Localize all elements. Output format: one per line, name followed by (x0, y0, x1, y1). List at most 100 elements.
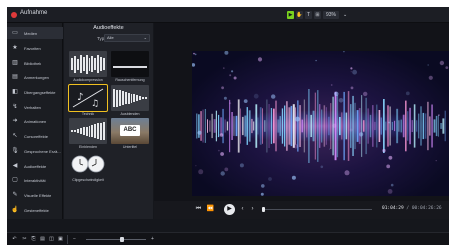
sidebar-item-interactivity[interactable]: ▢ Interaktivität (7, 174, 63, 186)
sidebar-item-annotations[interactable]: ▤ Anmerkungen (7, 71, 63, 83)
type-filter-select[interactable]: Alle ⌄ (104, 34, 150, 42)
chevron-down-icon: ⌄ (143, 35, 147, 40)
audio-effects-panel: Audioeffekte Typ Alle ⌄ Audiokompression… (64, 23, 153, 219)
previous-marker-icon[interactable]: ‹ (238, 205, 247, 214)
sidebar-item-label: Medien (24, 30, 38, 36)
sidebar-item-label: Interaktivität (24, 177, 46, 183)
effect-clip-speed[interactable]: Clipgeschwindigkeit (69, 151, 107, 182)
sidebar-item-label: Favoriten (24, 45, 41, 51)
behavior-icon: ↯ (12, 104, 18, 110)
effect-label: Technik (81, 112, 95, 116)
star-icon: ★ (12, 45, 18, 51)
transition-icon: ◧ (12, 89, 18, 95)
filter-value: Alle (107, 35, 114, 40)
panel-title: Audioeffekte (93, 25, 124, 31)
cursor-icon: ↖ (12, 133, 18, 139)
sidebar-item-media[interactable]: ▭ Medien (7, 27, 63, 39)
canvas-tools: ▶ ✋ T ⊞ 93% ⌄ (287, 10, 347, 20)
app-title: Aufnahme (20, 10, 48, 16)
sidebar-item-label: Verhalten (24, 104, 41, 110)
sidebar-item-favorites[interactable]: ★ Favoriten (7, 42, 63, 54)
skip-back-icon[interactable]: ⏮ (194, 205, 203, 214)
effect-technik[interactable]: ♪ ♫ Technik (68, 84, 108, 116)
caption-thumbnail: ABC (111, 118, 149, 144)
timecode-current: 01:04:29 (382, 206, 404, 211)
library-icon: ▥ (12, 60, 18, 66)
scrubber-handle[interactable] (262, 207, 265, 212)
visual-effects-icon: ✎ (12, 192, 18, 198)
sidebar-item-transitions[interactable]: ◧ Übergangseffekte (7, 86, 63, 98)
waveform-thumbnail (111, 51, 149, 77)
effect-label: Rauschentfernung (115, 78, 145, 82)
equalizer-visual (192, 51, 449, 196)
split-icon[interactable]: ◫ (48, 236, 55, 243)
sidebar-item-gesture-effects[interactable]: ☝ Gesteneffekte (7, 204, 63, 216)
step-back-icon[interactable]: ⏪ (206, 205, 215, 214)
effect-subtitle[interactable]: ABC Unterlitel (111, 118, 149, 149)
sidebar-item-visual-effects[interactable]: ✎ Visuelle Effekte (7, 189, 63, 201)
title-bar: Aufnahme ▶ ✋ T ⊞ 93% ⌄ (7, 7, 449, 23)
sidebar-item-label: Visuelle Effekte (24, 192, 52, 198)
copy-icon[interactable]: ⎘ (30, 236, 37, 243)
waveform-thumbnail (69, 51, 107, 77)
hand-tool-icon[interactable]: ✋ (296, 11, 303, 19)
zoom-out-icon[interactable]: − (71, 236, 78, 243)
sidebar-item-label: Anmerkungen (24, 74, 49, 80)
sidebar-item-label: Gesteneffekte (24, 207, 49, 213)
sidebar-item-animations[interactable]: ➜ Animationen (7, 115, 63, 127)
animation-icon: ➜ (12, 118, 18, 124)
camera-icon[interactable]: ▣ (57, 236, 64, 243)
sidebar-item-label: Audioeffekte (24, 163, 47, 169)
cut-icon[interactable]: ✂ (21, 236, 28, 243)
app-window: Aufnahme ▶ ✋ T ⊞ 93% ⌄ ▭ Medien ★ Favori… (7, 7, 449, 245)
select-tool-icon[interactable]: ▶ (287, 11, 294, 19)
record-icon (11, 12, 17, 18)
effect-label: Audiokompression (73, 78, 103, 82)
paste-icon[interactable]: ▤ (39, 236, 46, 243)
music-notes-thumbnail: ♪ ♫ (68, 84, 108, 112)
sidebar-item-label: Cursoreffekte (24, 133, 48, 139)
zoom-in-icon[interactable]: + (149, 236, 156, 243)
effect-label: Einblenden (79, 145, 97, 149)
clock-thumbnail (69, 151, 107, 177)
chevron-down-icon[interactable]: ⌄ (343, 12, 347, 18)
waveform-thumbnail (111, 85, 149, 111)
sidebar-item-narration[interactable]: 🎙 Gesprochene Erzä... (7, 145, 63, 157)
sidebar-item-cursor-effects[interactable]: ↖ Cursoreffekte (7, 130, 63, 142)
play-button[interactable]: ▶ (224, 204, 235, 215)
audio-effects-icon: ◀ (12, 163, 18, 169)
canvas-area: ⏮ ⏪ ▶ ‹ › 01:04:29 / 00:04:26:26 (154, 23, 449, 219)
zoom-level[interactable]: 93% (323, 11, 340, 19)
sidebar-item-label: Animationen (24, 118, 47, 124)
media-icon: ▭ (12, 30, 18, 36)
effect-noise-removal[interactable]: Rauschentfernung (111, 51, 149, 82)
sidebar-item-library[interactable]: ▥ Bibliothek (7, 57, 63, 69)
crop-tool-icon[interactable]: ⊞ (314, 11, 321, 19)
undo-icon[interactable]: ↶ (11, 236, 18, 243)
sidebar-item-label: Bibliothek (24, 60, 42, 66)
timecode: 01:04:29 / 00:04:26:26 (382, 206, 442, 211)
video-preview[interactable] (192, 51, 449, 196)
caption-badge: ABC (120, 125, 140, 136)
next-marker-icon[interactable]: › (248, 205, 257, 214)
microphone-icon: 🎙 (11, 148, 19, 154)
effect-fade-in[interactable]: Einblenden (69, 118, 107, 149)
timecode-remaining: 00:04:26:26 (411, 206, 442, 211)
effect-audio-compression[interactable]: Audiokompression (69, 51, 107, 82)
sidebar-item-label: Übergangseffekte (24, 89, 56, 95)
playback-scrubber[interactable] (262, 207, 372, 212)
effect-fade-out[interactable]: Ausblenden (111, 85, 149, 116)
waveform-thumbnail (69, 118, 107, 144)
zoom-slider-handle[interactable] (120, 237, 124, 242)
gesture-icon: ☝ (11, 207, 19, 213)
effect-label: Clipgeschwindigkeit (72, 178, 104, 182)
effect-label: Unterlitel (122, 145, 138, 149)
sidebar-item-audio-effects[interactable]: ◀ Audioeffekte (7, 160, 63, 172)
timeline-zoom-slider[interactable] (86, 237, 146, 242)
annotation-icon: ▤ (12, 74, 18, 80)
svg-text:♫: ♫ (91, 99, 99, 109)
sidebar-item-behaviors[interactable]: ↯ Verhalten (7, 101, 63, 113)
text-tool-icon[interactable]: T (305, 11, 312, 19)
sidebar: ▭ Medien ★ Favoriten ▥ Bibliothek ▤ Anme… (7, 23, 63, 219)
playback-controls: ⏮ ⏪ ▶ ‹ › 01:04:29 / 00:04:26:26 (154, 201, 449, 219)
